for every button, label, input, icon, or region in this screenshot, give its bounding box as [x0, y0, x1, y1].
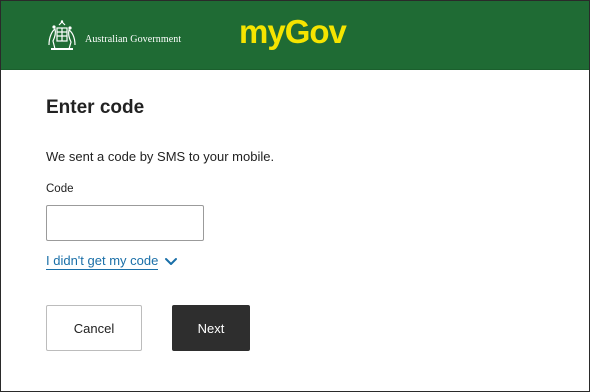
code-input[interactable]	[46, 205, 204, 241]
chevron-down-icon	[165, 257, 178, 265]
no-code-link-label: I didn't get my code	[46, 253, 159, 270]
mygov-logo: myGov	[239, 13, 347, 50]
sms-sent-message: We sent a code by SMS to your mobile.	[46, 149, 275, 164]
coat-of-arms-icon	[48, 20, 76, 50]
code-label: Code	[46, 183, 74, 195]
next-button[interactable]: Next	[172, 305, 250, 351]
australian-government-label: Australian Government	[85, 34, 182, 45]
enter-code-form: Enter code We sent a code by SMS to your…	[46, 97, 569, 351]
site-header: Australian Government myGov	[1, 1, 589, 70]
page-title: Enter code	[46, 97, 145, 118]
page-frame: Australian Government myGov Enter code W…	[0, 0, 590, 392]
cancel-button[interactable]: Cancel	[46, 305, 142, 351]
no-code-link[interactable]: I didn't get my code	[46, 253, 178, 270]
